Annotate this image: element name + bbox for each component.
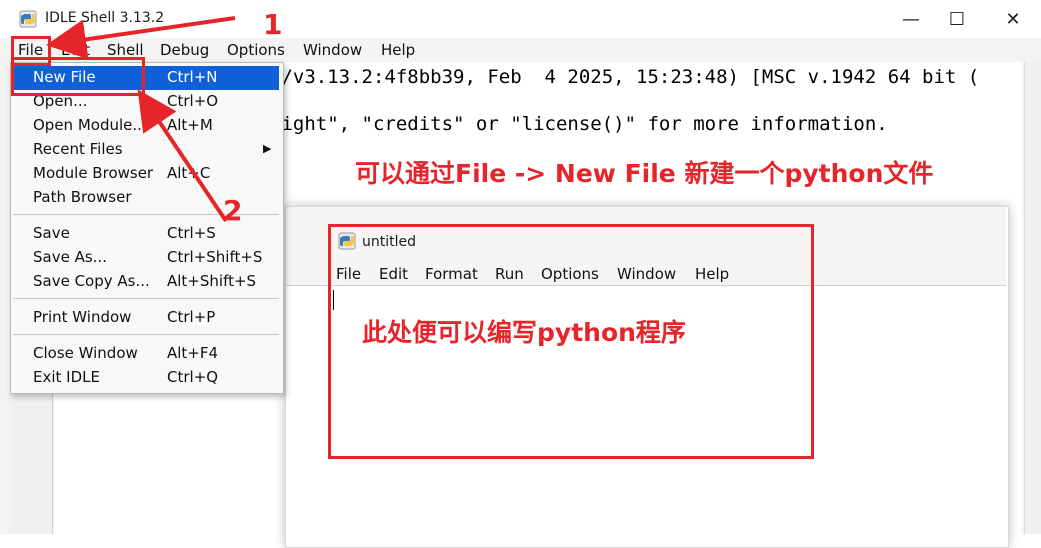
annotation-step-2: 2 bbox=[223, 194, 243, 227]
annotation-caption-top: 可以通过File -> New File 新建一个python文件 bbox=[355, 159, 934, 188]
annotation-arrows bbox=[46, 16, 236, 223]
annotation-caption-editor: 此处便可以编写python程序 bbox=[362, 318, 686, 347]
arrow-to-new-file bbox=[137, 89, 228, 223]
arrow-to-file-menu bbox=[46, 16, 236, 60]
annotation-step-1: 1 bbox=[263, 8, 283, 41]
